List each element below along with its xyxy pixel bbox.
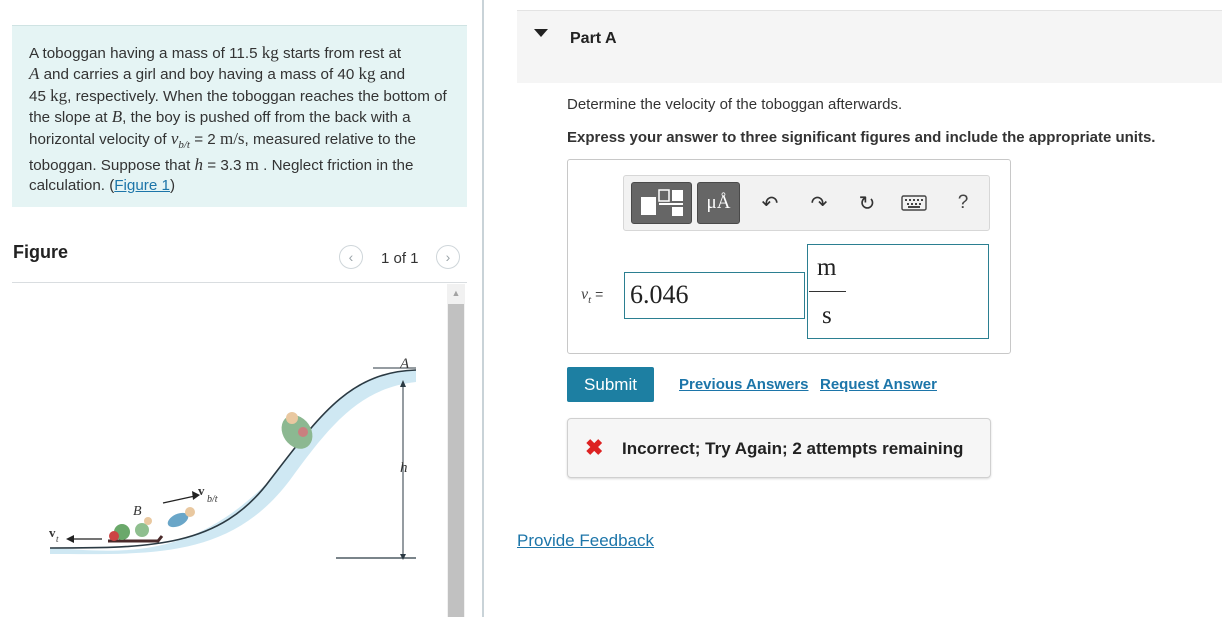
- unit-kg: kg: [50, 85, 68, 105]
- figure-pager: 1 of 1: [381, 250, 419, 267]
- prev-figure-button[interactable]: ‹: [339, 245, 363, 269]
- figure-divider: [12, 282, 467, 283]
- submit-button[interactable]: Submit: [567, 367, 654, 402]
- var-a: A: [29, 64, 40, 84]
- provide-feedback-link[interactable]: Provide Feedback: [517, 531, 654, 551]
- label-h: h: [400, 460, 408, 476]
- label-vt: v: [49, 525, 56, 540]
- toboggan-at-bottom: [108, 517, 164, 543]
- var-sub: t: [588, 294, 592, 307]
- problem-text: and carries a girl and boy having a mass…: [39, 66, 359, 84]
- chevron-left-icon: ‹: [348, 249, 354, 265]
- problem-text: = 3.3: [203, 157, 246, 175]
- equals-sign: =: [595, 286, 604, 302]
- previous-answers-link[interactable]: Previous Answers: [679, 376, 809, 393]
- caret-down-icon[interactable]: [534, 29, 548, 37]
- keyboard-icon[interactable]: [901, 188, 927, 218]
- redo-icon[interactable]: ↷: [806, 188, 832, 218]
- arrow-down-icon: [400, 554, 406, 560]
- figure-scrollbar-thumb[interactable]: [448, 304, 464, 617]
- part-header[interactable]: [517, 10, 1222, 83]
- keyboard-glyph: [901, 195, 927, 211]
- chevron-right-icon: ›: [445, 249, 451, 265]
- panel-divider: [482, 0, 484, 617]
- problem-statement: A toboggan having a mass of 11.5 kg star…: [12, 25, 467, 207]
- vbt-arrow: [162, 495, 196, 504]
- unit-numerator: m: [817, 254, 837, 281]
- templates-button[interactable]: [631, 182, 692, 224]
- help-icon[interactable]: ?: [950, 188, 976, 218]
- variable-label: vt =: [581, 286, 603, 306]
- unit-denominator: s: [822, 302, 832, 329]
- problem-text: starts from rest at: [278, 45, 402, 62]
- close-icon: ✖: [585, 435, 604, 460]
- boy-figure: [167, 507, 195, 528]
- unit-kg: kg: [261, 43, 279, 62]
- problem-text: and: [375, 66, 406, 84]
- var-b: B: [111, 107, 123, 127]
- label-a: A: [399, 356, 410, 372]
- var-h: h: [194, 155, 204, 175]
- request-answer-link[interactable]: Request Answer: [820, 376, 937, 393]
- problem-text: A toboggan having a mass of 11.5: [29, 45, 262, 62]
- templates-icon: [641, 189, 683, 216]
- unit-m: m: [245, 155, 259, 175]
- label-vt-sub: t: [56, 534, 59, 544]
- label-vbt-sub: b/t: [207, 494, 218, 505]
- snow-slope: [50, 370, 416, 555]
- toboggan-figure: A h v b/t B v t: [49, 356, 417, 560]
- unit-ms: m/s: [219, 128, 245, 148]
- next-figure-button[interactable]: ›: [436, 245, 460, 269]
- var-v-sub: b/t: [178, 138, 190, 151]
- undo-icon[interactable]: ↶: [757, 188, 783, 218]
- unit-kg: kg: [358, 64, 376, 84]
- figure-title: Figure: [13, 242, 69, 262]
- label-vbt: v: [198, 483, 205, 498]
- reset-icon[interactable]: ↻: [854, 188, 880, 218]
- problem-text: ): [169, 177, 176, 195]
- label-b: B: [133, 504, 142, 519]
- instruction-text: Express your answer to three significant…: [567, 129, 1156, 146]
- question-text: Determine the velocity of the toboggan a…: [567, 96, 903, 113]
- units-button[interactable]: μÅ: [697, 182, 740, 224]
- arrow-left-icon: [66, 535, 74, 543]
- units-icon: μÅ: [706, 192, 731, 213]
- value-input[interactable]: 6.046: [624, 272, 805, 319]
- problem-text: = 2: [190, 130, 220, 148]
- scroll-up-icon[interactable]: ▲: [447, 284, 465, 302]
- unit-fraction-bar: [809, 291, 846, 292]
- figure-link[interactable]: Figure 1: [114, 177, 170, 194]
- problem-text: 45: [29, 87, 51, 105]
- part-title[interactable]: Part A: [570, 30, 617, 48]
- feedback-text: Incorrect; Try Again; 2 attempts remaini…: [622, 439, 964, 458]
